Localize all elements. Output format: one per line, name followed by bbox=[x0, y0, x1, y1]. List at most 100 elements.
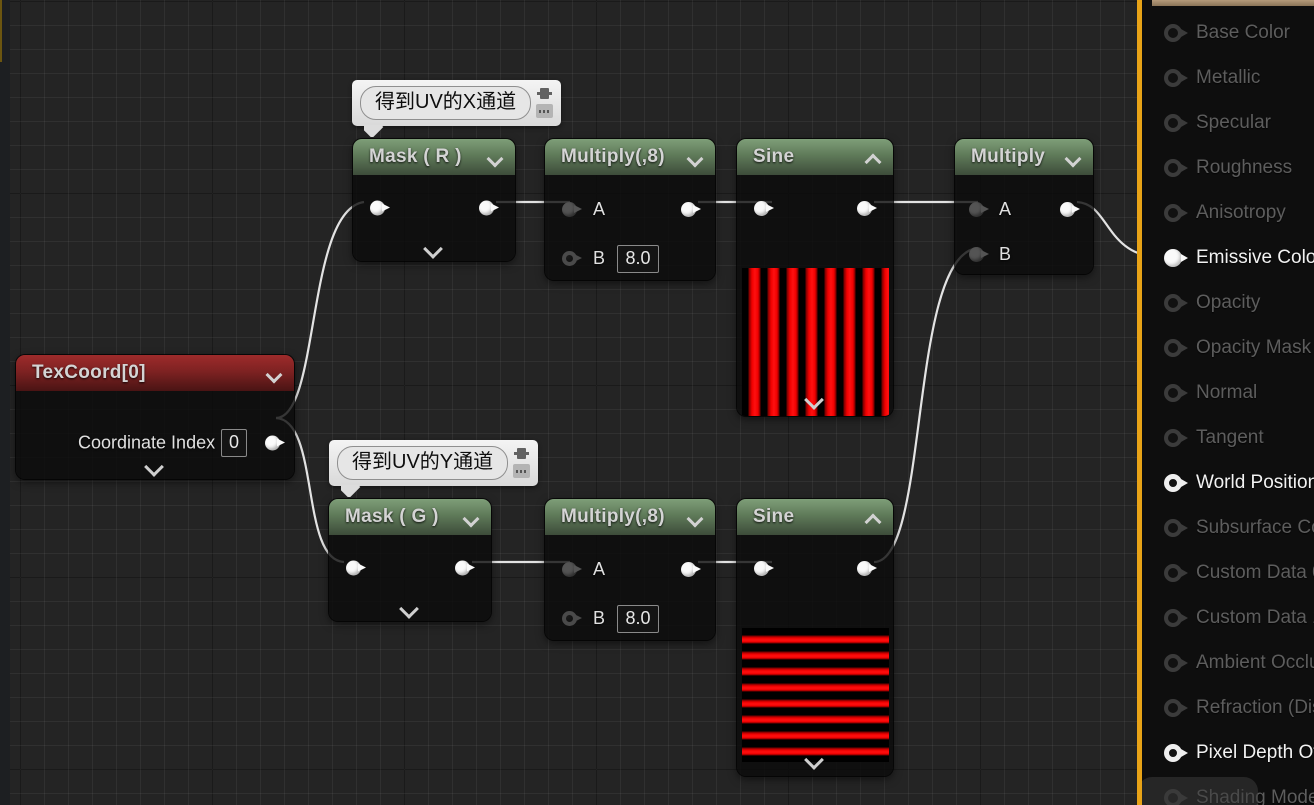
output-pin-row[interactable]: World Position bbox=[1142, 470, 1314, 496]
chevron-down-icon[interactable] bbox=[487, 152, 505, 163]
node-sine-bottom[interactable]: Sine bbox=[737, 499, 893, 776]
output-pin-socket[interactable] bbox=[1164, 24, 1190, 42]
chevron-down-icon[interactable] bbox=[1065, 152, 1083, 163]
mask-r-output-pin[interactable] bbox=[479, 200, 501, 216]
output-pin-row[interactable]: Opacity bbox=[1142, 290, 1260, 316]
node-multiply-bottom[interactable]: Multiply(,8) A B 8.0 bbox=[545, 499, 715, 640]
node-multiply-top[interactable]: Multiply(,8) A B 8.0 bbox=[545, 139, 715, 280]
node-mask-r[interactable]: Mask ( R ) bbox=[353, 139, 515, 261]
output-pin-row[interactable]: Emissive Color bbox=[1142, 245, 1314, 271]
output-pin-socket[interactable] bbox=[1164, 519, 1190, 537]
output-pin-row[interactable]: Specular bbox=[1142, 110, 1271, 136]
node-sine-bottom-title: Sine bbox=[753, 506, 795, 527]
coordinate-index-field[interactable]: 0 bbox=[221, 429, 247, 457]
mask-r-input-pin[interactable] bbox=[370, 200, 392, 216]
output-pin-socket[interactable] bbox=[1164, 69, 1190, 87]
node-sine-top[interactable]: Sine bbox=[737, 139, 893, 416]
mask-g-output-pin[interactable] bbox=[455, 560, 477, 576]
output-pin-row[interactable]: Metallic bbox=[1142, 65, 1260, 91]
output-pin-socket[interactable] bbox=[1164, 114, 1190, 132]
output-pin-row[interactable]: Custom Data 0 bbox=[1142, 560, 1314, 586]
output-pin-row[interactable]: Refraction (Dis bbox=[1142, 695, 1314, 721]
node-mask-g-expand[interactable] bbox=[329, 595, 491, 621]
multiply-final-input-a-pin[interactable] bbox=[969, 202, 991, 217]
output-pin-socket[interactable] bbox=[1164, 294, 1190, 312]
node-sine-top-header[interactable]: Sine bbox=[737, 139, 893, 175]
output-pin-socket[interactable] bbox=[1164, 699, 1190, 717]
sine-bottom-input-pin[interactable] bbox=[754, 561, 776, 576]
node-multiply-final-header[interactable]: Multiply bbox=[955, 139, 1093, 175]
chevron-down-icon[interactable] bbox=[687, 152, 705, 163]
chevron-down-icon[interactable] bbox=[423, 242, 445, 255]
chevron-down-icon[interactable] bbox=[687, 512, 705, 523]
node-sine-bottom-header[interactable]: Sine bbox=[737, 499, 893, 535]
node-multiply-top-header[interactable]: Multiply(,8) bbox=[545, 139, 715, 175]
output-pin-row[interactable]: Normal bbox=[1142, 380, 1257, 406]
multiply-bottom-input-b-pin[interactable] bbox=[562, 611, 584, 626]
output-pin-socket[interactable] bbox=[1164, 384, 1190, 402]
multiply-final-input-b-pin[interactable] bbox=[969, 247, 991, 262]
sine-bottom-output-pin[interactable] bbox=[857, 561, 879, 576]
node-mask-g[interactable]: Mask ( G ) bbox=[329, 499, 491, 621]
chevron-down-icon[interactable] bbox=[266, 368, 284, 379]
chevron-down-icon[interactable] bbox=[144, 460, 166, 473]
node-texcoord-header[interactable]: TexCoord[0] bbox=[16, 355, 294, 391]
chevron-down-icon[interactable] bbox=[463, 512, 481, 523]
output-pin-socket[interactable] bbox=[1164, 744, 1190, 762]
pin-icon[interactable] bbox=[513, 447, 530, 461]
output-pin-row[interactable]: Anisotropy bbox=[1142, 200, 1286, 226]
output-pin-socket[interactable] bbox=[1164, 249, 1190, 267]
sine-top-input-pin[interactable] bbox=[754, 201, 776, 216]
output-pin-row[interactable]: Ambient Occlu bbox=[1142, 650, 1314, 676]
chevron-down-icon[interactable] bbox=[804, 393, 826, 406]
panel-divider[interactable] bbox=[1137, 0, 1142, 805]
node-sine-bottom-expand[interactable] bbox=[737, 746, 893, 772]
multiply-top-input-a-pin[interactable] bbox=[562, 202, 584, 217]
node-mask-r-header[interactable]: Mask ( R ) bbox=[353, 139, 515, 175]
pin-icon[interactable] bbox=[536, 87, 553, 101]
output-pin-label: Pixel Depth Off bbox=[1196, 742, 1314, 763]
chevron-up-icon[interactable] bbox=[865, 152, 883, 163]
output-pin-row[interactable]: Base Color bbox=[1142, 20, 1290, 46]
node-mask-r-expand[interactable] bbox=[353, 235, 515, 261]
material-graph-canvas[interactable]: 得到UV的X通道 得到UV的Y通道 TexCoord[0] Coordinate… bbox=[0, 0, 1138, 805]
sine-top-output-pin[interactable] bbox=[857, 201, 879, 216]
output-pin-socket[interactable] bbox=[1164, 159, 1190, 177]
note-icon[interactable] bbox=[513, 464, 531, 478]
node-sine-top-expand[interactable] bbox=[737, 386, 893, 412]
chevron-up-icon[interactable] bbox=[865, 512, 883, 523]
chevron-down-icon[interactable] bbox=[399, 602, 421, 615]
chevron-down-icon[interactable] bbox=[804, 753, 826, 766]
output-pin-row[interactable]: Subsurface Col bbox=[1142, 515, 1314, 541]
comment-bubble-x[interactable]: 得到UV的X通道 bbox=[352, 80, 562, 137]
output-pin-row[interactable]: Custom Data 1 bbox=[1142, 605, 1314, 631]
comment-bubble-y[interactable]: 得到UV的Y通道 bbox=[329, 440, 539, 497]
material-output-node[interactable]: Base Color Metallic Specular Roughness Aniso… bbox=[1142, 0, 1314, 805]
node-multiply-bottom-header[interactable]: Multiply(,8) bbox=[545, 499, 715, 535]
multiply-bottom-input-a-pin[interactable] bbox=[562, 562, 584, 577]
multiply-final-output-pin[interactable] bbox=[1060, 202, 1082, 217]
node-texcoord-expand[interactable] bbox=[16, 453, 294, 479]
node-mask-g-header[interactable]: Mask ( G ) bbox=[329, 499, 491, 535]
output-pin-socket[interactable] bbox=[1164, 204, 1190, 222]
multiply-bottom-b-field[interactable]: 8.0 bbox=[617, 605, 659, 633]
output-pin-socket[interactable] bbox=[1164, 474, 1190, 492]
output-pin-socket[interactable] bbox=[1164, 564, 1190, 582]
output-pin-row[interactable]: Tangent bbox=[1142, 425, 1264, 451]
output-pin-socket[interactable] bbox=[1164, 339, 1190, 357]
note-icon[interactable] bbox=[536, 104, 554, 118]
mask-g-input-pin[interactable] bbox=[346, 560, 368, 576]
multiply-top-b-field[interactable]: 8.0 bbox=[617, 245, 659, 273]
output-pin-socket[interactable] bbox=[1164, 429, 1190, 447]
output-pin-row[interactable]: Roughness bbox=[1142, 155, 1292, 181]
node-texcoord[interactable]: TexCoord[0] Coordinate Index 0 bbox=[16, 355, 294, 479]
multiply-top-output-pin[interactable] bbox=[681, 202, 703, 217]
multiply-top-input-b-pin[interactable] bbox=[562, 251, 584, 266]
node-multiply-final[interactable]: Multiply A B bbox=[955, 139, 1093, 274]
output-pin-row[interactable]: Pixel Depth Off bbox=[1142, 740, 1314, 766]
output-pin-socket[interactable] bbox=[1164, 609, 1190, 627]
output-pin-socket[interactable] bbox=[1164, 654, 1190, 672]
texcoord-output-pin[interactable] bbox=[265, 435, 287, 451]
output-pin-row[interactable]: Opacity Mask bbox=[1142, 335, 1311, 361]
multiply-bottom-output-pin[interactable] bbox=[681, 562, 703, 577]
